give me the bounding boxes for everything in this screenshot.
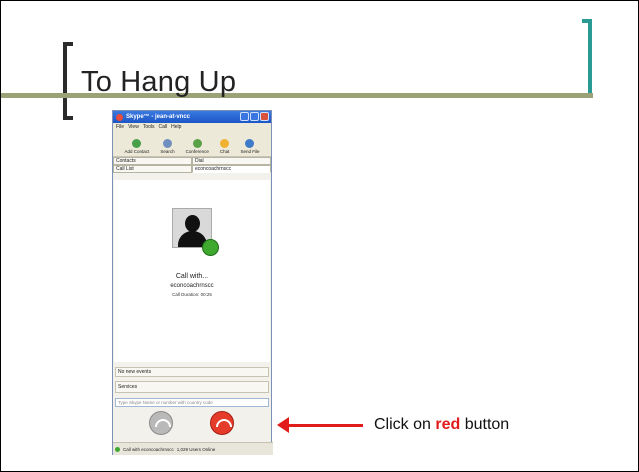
menu-tools[interactable]: Tools — [143, 124, 155, 130]
menu-bar: File View Tools Call Help — [113, 123, 271, 131]
call-panel: Call with... econcoachrnscc Call Duratio… — [114, 180, 270, 362]
pointer-arrow-line — [285, 424, 363, 427]
chat-label: Chat — [219, 149, 230, 154]
status-bar: Call with econcoachrnscc 1,029 Users Onl… — [113, 442, 273, 455]
slide: To Hang Up Skype™ - jean-at-vncc File Vi… — [0, 0, 639, 472]
search-button[interactable]: Search — [160, 139, 175, 154]
instruction-caption: Click on red button — [374, 416, 509, 434]
dial-input[interactable]: Type Skype Name or number with country c… — [115, 398, 269, 407]
events-panel[interactable]: No new events — [115, 367, 269, 377]
menu-file[interactable]: File — [116, 124, 124, 130]
call-duration: Call Duration: 00:25 — [172, 292, 212, 297]
conference-button[interactable]: Conference — [186, 139, 209, 154]
add-contact-icon — [132, 139, 142, 148]
left-bracket-decoration — [63, 42, 73, 120]
skype-logo-icon — [116, 113, 123, 121]
call-status-icon — [202, 239, 219, 256]
skype-titlebar[interactable]: Skype™ - jean-at-vncc — [113, 111, 271, 123]
conference-label: Conference — [185, 149, 209, 154]
tab-call-list[interactable]: Call List — [113, 165, 192, 173]
menu-call[interactable]: Call — [159, 124, 168, 130]
caption-red-word: red — [435, 416, 461, 433]
call-button[interactable] — [149, 411, 173, 435]
conference-icon — [192, 139, 202, 148]
online-status-icon[interactable] — [115, 446, 120, 452]
close-button[interactable] — [260, 112, 269, 121]
search-icon — [162, 139, 172, 148]
slide-title: To Hang Up — [81, 66, 237, 98]
tab-dial[interactable]: Dial — [192, 157, 271, 165]
chat-button[interactable]: Chat — [219, 139, 230, 154]
send-file-button[interactable]: Send File — [240, 139, 259, 154]
menu-help[interactable]: Help — [171, 124, 181, 130]
tab-contacts[interactable]: Contacts — [113, 157, 192, 165]
skype-window: Skype™ - jean-at-vncc File View Tools Ca… — [112, 110, 273, 455]
window-title: Skype™ - jean-at-vncc — [126, 114, 191, 120]
users-online-text: 1,029 Users Online — [176, 446, 216, 452]
add-contact-button[interactable]: Add Contact — [124, 139, 150, 154]
minimize-button[interactable] — [240, 112, 249, 121]
call-with-text: Call with... — [175, 273, 209, 280]
phone-icon — [155, 419, 171, 427]
toolbar: Add Contact Search Conference Chat Send … — [113, 131, 271, 157]
caption-text-before: Click on — [374, 416, 436, 433]
status-call-text: Call with econcoachrnscc — [123, 446, 174, 452]
right-bracket-decoration — [582, 19, 592, 97]
hang-up-button[interactable] — [210, 411, 234, 435]
menu-view[interactable]: View — [128, 124, 139, 130]
services-button[interactable]: Services — [115, 381, 269, 393]
contact-name: econcoachrnscc — [170, 283, 214, 289]
add-contact-label: Add Contact — [124, 149, 150, 154]
send-file-icon — [245, 139, 255, 148]
chat-icon — [220, 139, 230, 148]
maximize-button[interactable] — [250, 112, 259, 121]
search-label: Search — [160, 149, 175, 154]
caption-text-after: button — [460, 416, 510, 433]
hang-up-icon — [216, 419, 232, 427]
send-file-label: Send File — [240, 149, 260, 154]
tab-active-call[interactable]: econcoachrnscc — [192, 165, 271, 173]
